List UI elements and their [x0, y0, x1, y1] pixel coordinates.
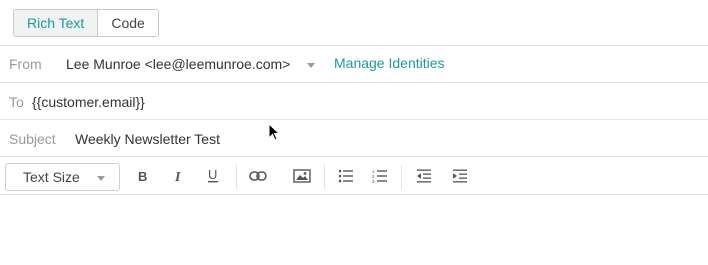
formatting-toolbar: Text Size B I U 123 [0, 156, 708, 195]
manage-identities-link[interactable]: Manage Identities [334, 55, 445, 71]
to-label: To [9, 94, 24, 110]
to-row: To {{customer.email}} [0, 82, 708, 119]
bulleted-list-icon [338, 169, 353, 183]
svg-text:I: I [174, 170, 181, 183]
underline-icon: U [208, 168, 218, 183]
toolbar-divider [401, 165, 402, 189]
text-size-label: Text Size [23, 169, 80, 185]
outdent-button[interactable] [412, 165, 436, 187]
svg-text:U: U [208, 168, 217, 182]
image-button[interactable] [290, 165, 314, 187]
svg-text:3: 3 [372, 179, 375, 183]
to-field[interactable]: {{customer.email}} [32, 94, 145, 110]
editor-content-area[interactable] [0, 196, 708, 265]
chevron-down-icon[interactable] [307, 63, 315, 68]
indent-button[interactable] [448, 165, 472, 187]
bulleted-list-button[interactable] [334, 165, 358, 187]
link-icon [249, 171, 267, 181]
editor-mode-toggle: Rich Text Code [13, 9, 159, 37]
subject-label: Subject [9, 131, 56, 147]
from-value: Lee Munroe <lee@leemunroe.com> [66, 56, 291, 72]
numbered-list-icon: 123 [372, 169, 387, 183]
toolbar-divider [236, 165, 237, 189]
toolbar-divider [324, 165, 325, 189]
mouse-cursor-icon [268, 123, 280, 141]
from-label: From [9, 56, 42, 72]
underline-button[interactable]: U [201, 165, 225, 187]
numbered-list-button[interactable]: 123 [368, 165, 392, 187]
subject-field[interactable]: Weekly Newsletter Test [75, 131, 220, 147]
rich-text-tab[interactable]: Rich Text [14, 10, 99, 36]
italic-icon: I [174, 170, 181, 183]
text-size-select[interactable]: Text Size [5, 163, 120, 191]
bold-button[interactable]: B [130, 165, 154, 187]
from-identity-select[interactable]: Lee Munroe <lee@leemunroe.com> [66, 56, 290, 72]
from-row: From Lee Munroe <lee@leemunroe.com> Mana… [0, 45, 708, 82]
italic-button[interactable]: I [166, 165, 190, 187]
code-tab[interactable]: Code [98, 10, 158, 36]
chevron-down-icon [97, 176, 105, 181]
subject-row: Subject Weekly Newsletter Test [0, 119, 708, 156]
indent-icon [453, 169, 467, 183]
svg-text:B: B [138, 169, 147, 183]
image-icon [293, 169, 311, 183]
outdent-icon [417, 169, 431, 183]
bold-icon: B [138, 169, 147, 183]
link-button[interactable] [246, 165, 270, 187]
